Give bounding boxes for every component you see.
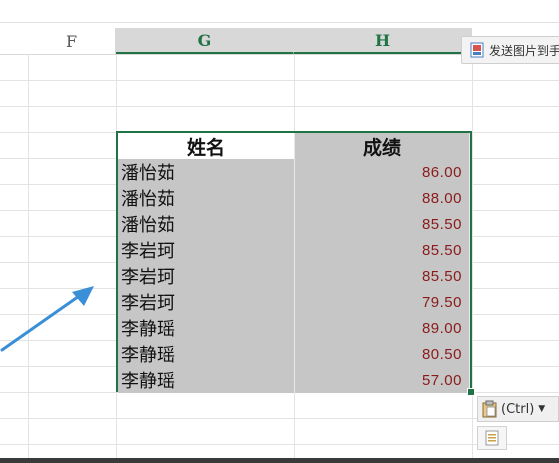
table-row: 李静瑶 57.00 xyxy=(118,367,470,393)
score-cell[interactable]: 85.50 xyxy=(295,237,470,263)
name-value: 潘怡茹 xyxy=(121,189,175,210)
send-image-icon xyxy=(470,42,484,58)
name-cell[interactable]: 李岩珂 xyxy=(118,237,295,263)
spreadsheet-view: F G H 姓名 成绩 潘怡茹 86.00 潘怡茹 88.00 潘怡茹 85.5… xyxy=(0,0,559,463)
name-cell[interactable]: 李岩珂 xyxy=(118,289,295,315)
name-value: 潘怡茹 xyxy=(121,163,175,184)
name-value: 李静瑶 xyxy=(121,371,175,392)
score-value: 79.50 xyxy=(421,293,462,311)
column-header-f-label: F xyxy=(65,31,78,51)
name-cell[interactable]: 李静瑶 xyxy=(118,315,295,341)
score-cell[interactable]: 79.50 xyxy=(295,289,470,315)
selected-range[interactable]: 姓名 成绩 潘怡茹 86.00 潘怡茹 88.00 潘怡茹 85.50 李岩珂 … xyxy=(116,131,472,393)
arrow-annotation xyxy=(0,286,94,352)
score-cell[interactable]: 85.50 xyxy=(295,263,470,289)
score-cell[interactable]: 85.50 xyxy=(295,211,470,237)
table-row: 李岩珂 85.50 xyxy=(118,237,470,263)
score-cell[interactable]: 57.00 xyxy=(295,367,470,393)
table-row: 李岩珂 85.50 xyxy=(118,263,470,289)
score-value: 57.00 xyxy=(421,371,462,389)
score-value: 85.50 xyxy=(421,267,462,285)
column-header-f[interactable]: F xyxy=(28,28,116,54)
header-score-label: 成绩 xyxy=(362,136,401,159)
table-row: 潘怡茹 86.00 xyxy=(118,159,470,185)
header-score-cell[interactable]: 成绩 xyxy=(295,133,470,159)
name-cell[interactable]: 李岩珂 xyxy=(118,263,295,289)
name-cell[interactable]: 潘怡茹 xyxy=(118,185,295,211)
send-image-label: 发送图片到手 xyxy=(489,43,559,58)
table-header-row: 姓名 成绩 xyxy=(118,133,470,159)
table-row: 潘怡茹 85.50 xyxy=(118,211,470,237)
clipboard-icon xyxy=(482,400,498,418)
formula-bar-area xyxy=(0,0,559,23)
window-bottom-edge xyxy=(0,458,559,463)
name-cell[interactable]: 潘怡茹 xyxy=(118,211,295,237)
gridline xyxy=(0,444,559,445)
table-row: 李静瑶 80.50 xyxy=(118,341,470,367)
paste-options-label: (Ctrl) xyxy=(501,401,535,417)
name-cell[interactable]: 潘怡茹 xyxy=(118,159,295,185)
table-row: 李静瑶 89.00 xyxy=(118,315,470,341)
gridline xyxy=(472,54,473,463)
column-header-h[interactable]: H xyxy=(294,28,472,54)
score-value: 86.00 xyxy=(421,163,462,181)
score-cell[interactable]: 88.00 xyxy=(295,185,470,211)
send-image-button[interactable]: 发送图片到手 xyxy=(461,36,559,64)
paste-preview-icon[interactable] xyxy=(477,426,507,450)
column-header-h-label: H xyxy=(374,30,391,50)
gridline xyxy=(28,54,29,463)
score-value: 85.50 xyxy=(421,241,462,259)
fill-handle[interactable] xyxy=(467,388,475,396)
score-cell[interactable]: 80.50 xyxy=(295,341,470,367)
table-row: 潘怡茹 88.00 xyxy=(118,185,470,211)
score-value: 89.00 xyxy=(421,319,462,337)
table-row: 李岩珂 79.50 xyxy=(118,289,470,315)
name-value: 李岩珂 xyxy=(121,293,175,314)
name-value: 李静瑶 xyxy=(121,345,175,366)
name-value: 李岩珂 xyxy=(121,267,175,288)
paste-options-button[interactable]: (Ctrl) ▼ xyxy=(477,396,559,422)
score-cell[interactable]: 89.00 xyxy=(295,315,470,341)
name-value: 李岩珂 xyxy=(121,241,175,262)
name-value: 李静瑶 xyxy=(121,319,175,340)
header-name-cell[interactable]: 姓名 xyxy=(118,133,295,159)
column-header-g-label: G xyxy=(197,30,212,50)
score-value: 85.50 xyxy=(421,215,462,233)
score-value: 88.00 xyxy=(421,189,462,207)
name-cell[interactable]: 李静瑶 xyxy=(118,341,295,367)
score-cell[interactable]: 86.00 xyxy=(295,159,470,185)
chevron-down-icon: ▼ xyxy=(538,404,546,414)
header-name-label: 姓名 xyxy=(186,136,225,159)
gridline xyxy=(0,106,559,107)
score-value: 80.50 xyxy=(421,345,462,363)
gridline xyxy=(0,418,559,419)
gridline xyxy=(0,80,559,81)
name-value: 潘怡茹 xyxy=(121,215,175,236)
name-cell[interactable]: 李静瑶 xyxy=(118,367,295,393)
column-header-g[interactable]: G xyxy=(116,28,294,54)
